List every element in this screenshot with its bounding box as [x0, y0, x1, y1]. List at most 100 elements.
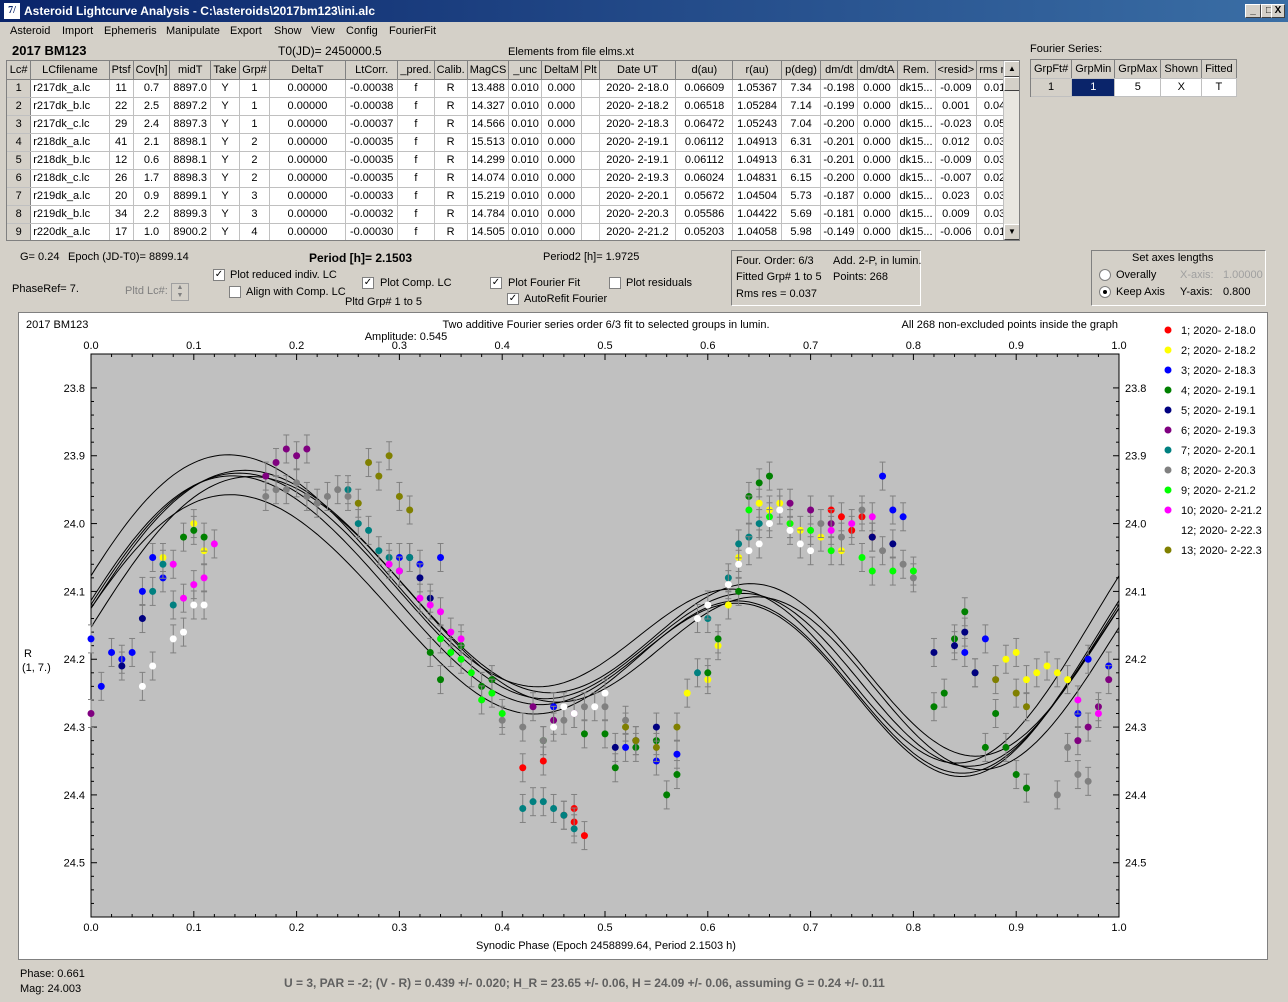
- data-point[interactable]: [457, 635, 465, 643]
- table-cell[interactable]: 0.9: [133, 187, 171, 206]
- data-point[interactable]: [632, 737, 640, 745]
- table-cell[interactable]: -0.201: [820, 151, 858, 170]
- data-point[interactable]: [951, 642, 959, 650]
- data-point[interactable]: [138, 682, 146, 690]
- table-cell[interactable]: r219dk_a.lc: [30, 187, 110, 206]
- table-cell[interactable]: -0.023: [935, 115, 978, 134]
- data-point[interactable]: [437, 635, 445, 643]
- table-cell[interactable]: 14.784: [467, 205, 510, 224]
- table-cell[interactable]: r219dk_b.lc: [30, 205, 110, 224]
- data-point[interactable]: [786, 499, 794, 507]
- data-point[interactable]: [138, 615, 146, 623]
- table-cell[interactable]: 0.000: [541, 223, 582, 240]
- data-point[interactable]: [200, 574, 208, 582]
- data-point[interactable]: [406, 506, 414, 514]
- table-cell[interactable]: 8899.1: [169, 187, 212, 206]
- table-cell[interactable]: r217dk_a.lc: [30, 79, 110, 98]
- table-cell[interactable]: [581, 223, 600, 240]
- window-titlebar[interactable]: 7/ Asteroid Lightcurve Analysis - C:\ast…: [0, 0, 1288, 22]
- data-point[interactable]: [694, 615, 702, 623]
- table-cell[interactable]: -0.00035: [345, 169, 399, 188]
- data-point[interactable]: [611, 764, 619, 772]
- table-cell[interactable]: Y: [210, 151, 240, 170]
- menu-view[interactable]: View: [311, 25, 335, 37]
- data-point[interactable]: [1053, 669, 1061, 677]
- data-point[interactable]: [580, 703, 588, 711]
- table-cell[interactable]: 6.31: [781, 151, 822, 170]
- lc-col-header[interactable]: LCfilename: [30, 61, 110, 80]
- table-cell[interactable]: 1: [239, 79, 270, 98]
- fourier-cell[interactable]: T: [1201, 78, 1237, 97]
- data-point[interactable]: [303, 492, 311, 500]
- fourier-col-header[interactable]: Fitted: [1201, 60, 1237, 79]
- data-point[interactable]: [426, 648, 434, 656]
- data-point[interactable]: [293, 479, 301, 487]
- table-cell[interactable]: -0.009: [935, 79, 978, 98]
- data-point[interactable]: [200, 601, 208, 609]
- table-cell[interactable]: 8897.3: [169, 115, 212, 134]
- data-point[interactable]: [889, 506, 897, 514]
- data-point[interactable]: [97, 682, 105, 690]
- table-cell[interactable]: 1: [239, 115, 270, 134]
- data-point[interactable]: [704, 601, 712, 609]
- data-point[interactable]: [992, 710, 1000, 718]
- data-point[interactable]: [755, 540, 763, 548]
- data-point[interactable]: [745, 547, 753, 555]
- data-point[interactable]: [180, 533, 188, 541]
- table-cell[interactable]: R: [434, 187, 468, 206]
- table-cell[interactable]: Y: [210, 115, 240, 134]
- plot-fourier-checkbox[interactable]: ✓: [490, 277, 502, 289]
- data-point[interactable]: [868, 513, 876, 521]
- lc-col-header[interactable]: Lc#: [7, 61, 32, 80]
- lc-col-header[interactable]: d(au): [675, 61, 734, 80]
- table-cell[interactable]: 0.000: [541, 133, 582, 152]
- table-cell[interactable]: -0.181: [820, 205, 858, 224]
- table-cell[interactable]: 0.000: [541, 115, 582, 134]
- table-cell[interactable]: 0.7: [133, 79, 171, 98]
- data-point[interactable]: [930, 648, 938, 656]
- table-cell[interactable]: -0.009: [935, 151, 978, 170]
- lc-col-header[interactable]: Grp#: [239, 61, 270, 80]
- data-point[interactable]: [447, 648, 455, 656]
- table-cell[interactable]: f: [397, 79, 435, 98]
- table-cell[interactable]: 0.000: [541, 97, 582, 116]
- data-point[interactable]: [303, 445, 311, 453]
- data-point[interactable]: [591, 703, 599, 711]
- table-cell[interactable]: 14.505: [467, 223, 510, 240]
- table-cell[interactable]: 0.06518: [675, 97, 734, 116]
- data-point[interactable]: [539, 757, 547, 765]
- data-point[interactable]: [673, 750, 681, 758]
- data-point[interactable]: [837, 513, 845, 521]
- data-point[interactable]: [118, 662, 126, 670]
- table-cell[interactable]: 6.31: [781, 133, 822, 152]
- table-cell[interactable]: 0.05203: [675, 223, 734, 240]
- table-cell[interactable]: 0.000: [857, 97, 898, 116]
- x-axis-value[interactable]: 1.00000: [1223, 269, 1263, 281]
- data-point[interactable]: [169, 560, 177, 568]
- data-point[interactable]: [385, 452, 393, 460]
- table-cell[interactable]: f: [397, 187, 435, 206]
- data-point[interactable]: [560, 811, 568, 819]
- data-point[interactable]: [334, 486, 342, 494]
- table-cell[interactable]: f: [397, 151, 435, 170]
- table-cell[interactable]: 1.05284: [732, 97, 782, 116]
- table-cell[interactable]: 0.000: [541, 151, 582, 170]
- table-cell[interactable]: 1.04913: [732, 151, 782, 170]
- table-cell[interactable]: 29: [109, 115, 134, 134]
- table-cell[interactable]: 2020- 2-21.2: [599, 223, 677, 240]
- data-point[interactable]: [663, 791, 671, 799]
- table-cell[interactable]: [581, 169, 600, 188]
- table-cell[interactable]: r217dk_c.lc: [30, 115, 110, 134]
- table-cell[interactable]: Y: [210, 187, 240, 206]
- table-cell[interactable]: 2: [239, 151, 270, 170]
- data-point[interactable]: [478, 696, 486, 704]
- table-cell[interactable]: 8897.0: [169, 79, 212, 98]
- table-cell[interactable]: f: [397, 205, 435, 224]
- data-point[interactable]: [858, 506, 866, 514]
- table-row[interactable]: 6 r218dk_c.lc 26 1.7 8898.3 Y 2 0.00000 -0.00035…: [7, 169, 1019, 188]
- table-cell[interactable]: 7.04: [781, 115, 822, 134]
- data-point[interactable]: [807, 526, 815, 534]
- table-cell[interactable]: 0.00000: [269, 223, 346, 240]
- lc-col-header[interactable]: Plt: [581, 61, 600, 80]
- fourier-col-header[interactable]: GrpFt#: [1031, 60, 1073, 79]
